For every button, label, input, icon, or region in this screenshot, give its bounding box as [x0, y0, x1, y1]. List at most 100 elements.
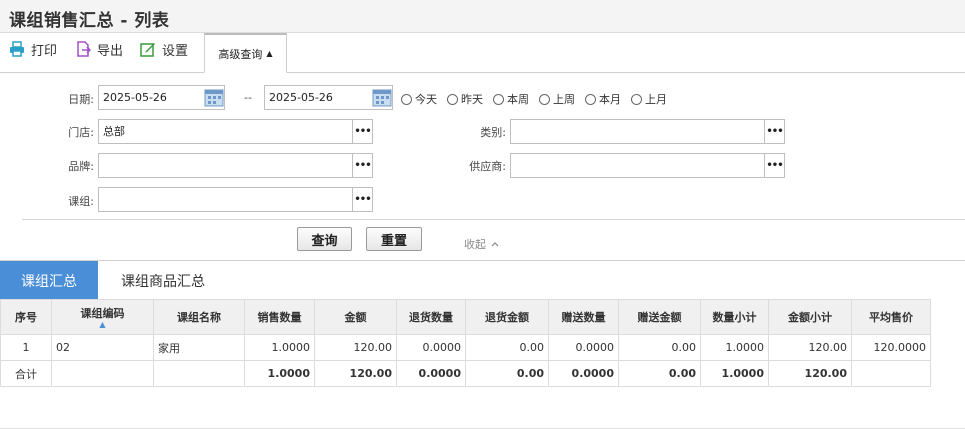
- total-cell: 1.0000: [244, 360, 315, 387]
- edit-icon: [140, 43, 155, 57]
- table-cell: 120.00: [768, 334, 852, 361]
- more-icon[interactable]: •••: [764, 153, 785, 178]
- total-cell: 合计: [0, 360, 52, 387]
- divider: [22, 219, 965, 220]
- total-cell: [153, 360, 245, 387]
- table-cell: 120.00: [314, 334, 397, 361]
- table-cell: 0.0000: [396, 334, 466, 361]
- col-header[interactable]: 平均售价: [851, 299, 931, 335]
- advanced-query-label: 高级查询: [218, 47, 263, 61]
- query-button[interactable]: 查询: [297, 227, 352, 251]
- total-cell: [851, 360, 931, 387]
- calendar-icon[interactable]: [204, 87, 224, 107]
- category-input[interactable]: •••: [510, 119, 785, 144]
- radio-circle: [401, 93, 412, 105]
- bottom-border: [0, 428, 965, 429]
- supplier-input[interactable]: •••: [510, 153, 785, 178]
- more-icon[interactable]: •••: [764, 119, 785, 144]
- table-cell: 0.00: [465, 334, 549, 361]
- radio-circle: [447, 93, 458, 105]
- radio-label: 本月: [599, 93, 621, 106]
- more-icon[interactable]: •••: [352, 119, 373, 144]
- export-button[interactable]: 导出: [75, 33, 123, 65]
- reset-button[interactable]: 重置: [366, 227, 422, 251]
- store-input[interactable]: 总部 •••: [98, 119, 373, 144]
- settings-label: 设置: [162, 43, 189, 59]
- table-cell: 家用: [153, 334, 245, 361]
- print-button[interactable]: 打印: [9, 33, 57, 65]
- caret-up-icon: ▲: [266, 49, 273, 58]
- total-cell: 120.00: [768, 360, 852, 387]
- radio-circle: [539, 93, 550, 105]
- result-tabs: 课组汇总 课组商品汇总: [0, 260, 965, 300]
- brand-label: 品牌:: [68, 160, 94, 173]
- radio-label: 上月: [645, 93, 667, 106]
- store-label: 门店:: [68, 126, 94, 139]
- total-cell: [51, 360, 154, 387]
- table-cell: 1.0000: [700, 334, 769, 361]
- col-header[interactable]: 退货金额: [465, 299, 549, 335]
- sort-asc-icon: ▲: [99, 320, 106, 329]
- col-header[interactable]: 赠送金额: [618, 299, 701, 335]
- tab-group-goods-summary[interactable]: 课组商品汇总: [98, 261, 228, 300]
- radio-label: 昨天: [461, 93, 483, 106]
- tab-group-summary[interactable]: 课组汇总: [0, 261, 98, 300]
- group-input[interactable]: •••: [98, 187, 373, 212]
- toolbar: 打印 导出 设置 高级查询 ▲: [0, 33, 965, 73]
- total-cell: 0.0000: [548, 360, 619, 387]
- filter-panel: 日期: 2025-05-26 -- 2025-05-26 今天 昨天 本周 上周…: [0, 73, 965, 260]
- radio-yesterday[interactable]: 昨天: [447, 91, 483, 107]
- export-label: 导出: [97, 43, 124, 59]
- col-header[interactable]: 退货数量: [396, 299, 466, 335]
- summary-table: 序号 课组编码 ▲ 课组名称 销售数量 金额 退货数量 退货金额 赠送数量 赠送金…: [0, 299, 931, 387]
- radio-this-month[interactable]: 本月: [585, 91, 621, 107]
- table-row[interactable]: 1 02 家用 1.0000 120.00 0.0000 0.00 0.0000…: [0, 334, 931, 361]
- table-cell: 0.0000: [548, 334, 619, 361]
- brand-input[interactable]: •••: [98, 153, 373, 178]
- col-header[interactable]: 赠送数量: [548, 299, 619, 335]
- table-total-row: 合计 1.0000 120.00 0.0000 0.00 0.0000 0.00…: [0, 360, 931, 387]
- radio-last-week[interactable]: 上周: [539, 91, 575, 107]
- settings-button[interactable]: 设置: [140, 33, 188, 65]
- total-cell: 0.00: [465, 360, 549, 387]
- radio-circle: [493, 93, 504, 105]
- export-icon: [77, 41, 91, 57]
- radio-this-week[interactable]: 本周: [493, 91, 529, 107]
- table-cell: 1.0000: [244, 334, 315, 361]
- col-header[interactable]: 序号: [0, 299, 52, 335]
- more-icon[interactable]: •••: [352, 187, 373, 212]
- col-header-label: 课组编码: [80, 307, 125, 320]
- table-cell: 1: [0, 334, 52, 361]
- radio-label: 本周: [507, 93, 529, 106]
- total-cell: 120.00: [314, 360, 397, 387]
- print-label: 打印: [31, 43, 58, 59]
- title-bar: 课组销售汇总 - 列表: [0, 0, 965, 33]
- supplier-label: 供应商:: [469, 160, 506, 173]
- radio-today[interactable]: 今天: [401, 91, 437, 107]
- page-title: 课组销售汇总 - 列表: [9, 11, 170, 31]
- radio-last-month[interactable]: 上月: [631, 91, 667, 107]
- collapse-label: 收起: [464, 238, 486, 251]
- col-header[interactable]: 销售数量: [244, 299, 315, 335]
- more-icon[interactable]: •••: [352, 153, 373, 178]
- date-separator: --: [244, 91, 252, 104]
- col-header[interactable]: 金额: [314, 299, 397, 335]
- table-cell: 120.0000: [851, 334, 931, 361]
- printer-icon: [10, 41, 24, 57]
- col-header[interactable]: 金额小计: [768, 299, 852, 335]
- col-header[interactable]: 数量小计: [700, 299, 769, 335]
- col-header[interactable]: 课组名称: [153, 299, 245, 335]
- advanced-query-tab[interactable]: 高级查询 ▲: [204, 33, 287, 73]
- total-cell: 0.0000: [396, 360, 466, 387]
- radio-label: 今天: [415, 93, 437, 106]
- total-cell: 1.0000: [700, 360, 769, 387]
- col-header-sorted[interactable]: 课组编码 ▲: [51, 299, 154, 335]
- table-cell: 02: [51, 334, 154, 361]
- radio-circle: [631, 93, 642, 105]
- collapse-toggle[interactable]: 收起: [464, 236, 499, 252]
- category-label: 类别:: [480, 126, 506, 139]
- table-cell: 0.00: [618, 334, 701, 361]
- date-label: 日期:: [68, 93, 94, 106]
- group-label: 课组:: [68, 195, 94, 208]
- calendar-icon[interactable]: [372, 87, 392, 107]
